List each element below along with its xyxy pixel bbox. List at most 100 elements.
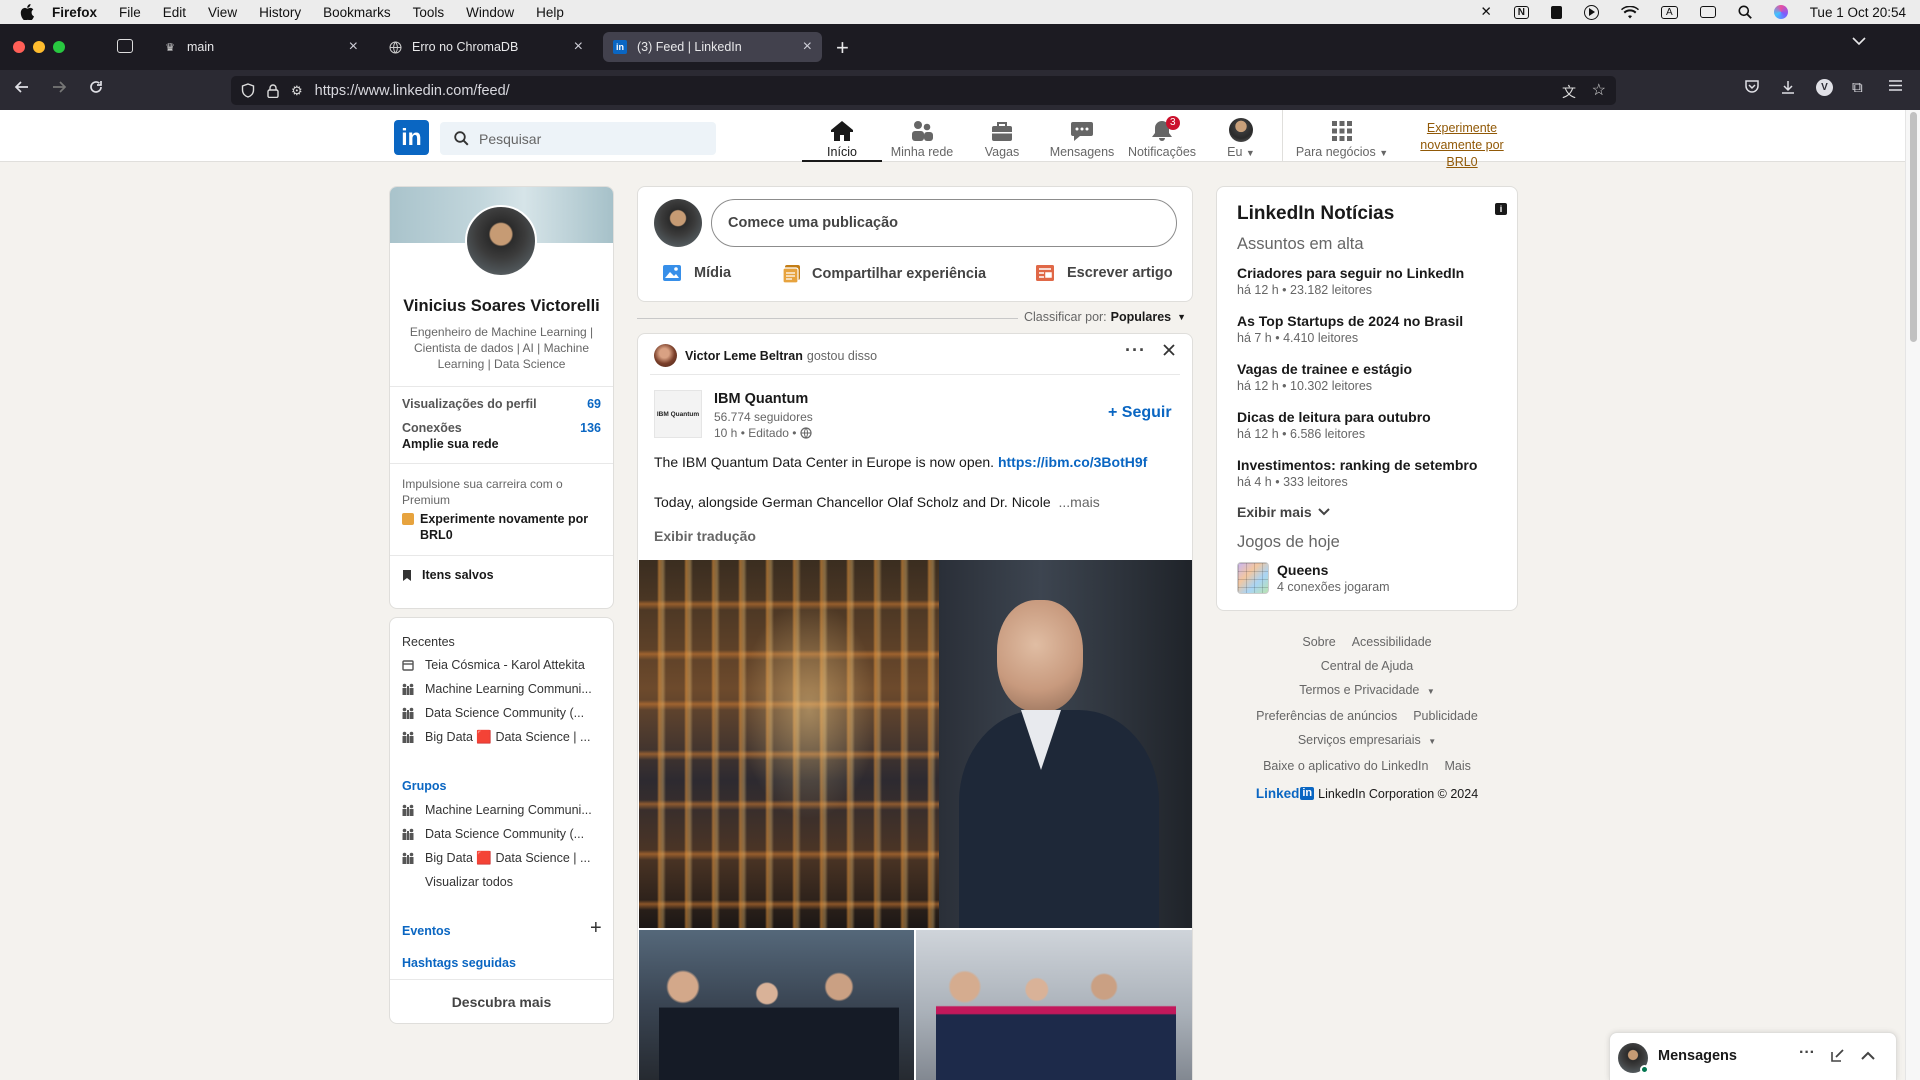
- start-post-input[interactable]: Comece uma publicação: [711, 199, 1177, 247]
- control-center-icon[interactable]: [1699, 6, 1716, 18]
- premium-trial-link[interactable]: Experimente novamente por BRL0: [1403, 120, 1521, 171]
- post-image-left[interactable]: [639, 930, 914, 1080]
- play-icon[interactable]: [1584, 4, 1600, 20]
- footer-more[interactable]: Mais: [1444, 759, 1470, 773]
- extensions-icon[interactable]: ⧉: [1852, 79, 1863, 96]
- apple-icon[interactable]: [20, 4, 34, 20]
- menu-bookmarks[interactable]: Bookmarks: [323, 5, 391, 20]
- footer-help[interactable]: Central de Ajuda: [1216, 654, 1518, 678]
- news-item[interactable]: Vagas de trainee e estágio há 12 h • 10.…: [1237, 361, 1507, 409]
- url-text[interactable]: https://www.linkedin.com/feed/: [315, 83, 510, 99]
- footer-terms[interactable]: Termos e Privacidade: [1299, 683, 1419, 697]
- events-link[interactable]: Eventos: [402, 924, 451, 938]
- page-scrollbar[interactable]: [1905, 110, 1920, 1080]
- downloads-icon[interactable]: [1780, 79, 1796, 95]
- nav-network[interactable]: Minha rede: [882, 116, 962, 159]
- stat-connections[interactable]: Conexões 136: [390, 421, 613, 435]
- game-item[interactable]: Queens 4 conexões jogaram: [1237, 562, 1390, 594]
- footer-ad-preferences[interactable]: Preferências de anúncios: [1256, 709, 1397, 723]
- menu-tools[interactable]: Tools: [413, 5, 445, 20]
- show-more-news[interactable]: Exibir mais: [1237, 504, 1330, 520]
- info-icon[interactable]: i: [1495, 203, 1507, 215]
- menu-app[interactable]: Firefox: [52, 5, 97, 20]
- post-image-main[interactable]: [639, 560, 1192, 928]
- group-item[interactable]: Machine Learning Communi...: [402, 798, 607, 822]
- group-item[interactable]: Data Science Community (...: [402, 822, 607, 846]
- reload-icon[interactable]: [88, 79, 104, 95]
- news-item[interactable]: Investimentos: ranking de setembro há 4 …: [1237, 457, 1507, 505]
- menu-file[interactable]: File: [119, 5, 141, 20]
- sort-dropdown[interactable]: Classificar por: Populares ▼: [1024, 310, 1186, 324]
- post-link[interactable]: https://ibm.co/3BotH9f: [998, 454, 1147, 470]
- messaging-dock[interactable]: Mensagens ···: [1609, 1032, 1897, 1080]
- share-experience-button[interactable]: Compartilhar experiência: [782, 264, 986, 284]
- translate-link[interactable]: Exibir tradução: [654, 528, 756, 544]
- tab-close-icon[interactable]: ×: [574, 38, 583, 56]
- tab-close-icon[interactable]: ×: [349, 38, 358, 56]
- window-minimize-button[interactable]: [33, 41, 45, 53]
- profile-photo[interactable]: [465, 205, 537, 277]
- tab-overview-icon[interactable]: [117, 39, 133, 53]
- discover-more-button[interactable]: Descubra mais: [390, 994, 613, 1010]
- menu-history[interactable]: History: [259, 5, 301, 20]
- clock-datetime[interactable]: Tue 1 Oct 20:54: [1810, 5, 1906, 20]
- nav-me[interactable]: Eu ▼: [1201, 116, 1281, 159]
- nav-home[interactable]: Início: [802, 116, 882, 162]
- permissions-icon[interactable]: ⚙: [291, 83, 303, 99]
- liker-avatar[interactable]: [654, 344, 677, 367]
- menu-edit[interactable]: Edit: [163, 5, 186, 20]
- translate-icon[interactable]: 文: [1562, 82, 1576, 102]
- news-item[interactable]: Dicas de leitura para outubro há 12 h • …: [1237, 409, 1507, 457]
- nav-jobs[interactable]: Vagas: [962, 116, 1042, 159]
- back-icon[interactable]: [14, 79, 30, 95]
- menu-view[interactable]: View: [208, 5, 237, 20]
- tab-linkedin[interactable]: in (3) Feed | LinkedIn ×: [603, 32, 822, 62]
- wifi-icon[interactable]: [1621, 5, 1640, 19]
- nav-notifications[interactable]: 3 Notificações: [1122, 116, 1202, 159]
- footer-accessibility[interactable]: Acessibilidade: [1352, 635, 1432, 649]
- news-item[interactable]: Criadores para seguir no LinkedIn há 12 …: [1237, 265, 1507, 313]
- chevron-up-icon[interactable]: [1861, 1051, 1875, 1060]
- more-options-icon[interactable]: ···: [1799, 1044, 1815, 1062]
- write-article-button[interactable]: Escrever artigo: [1035, 264, 1173, 282]
- groups-title[interactable]: Grupos: [402, 779, 446, 793]
- siri-icon[interactable]: [1773, 5, 1788, 19]
- grow-network[interactable]: Amplie sua rede: [390, 437, 613, 451]
- window-zoom-button[interactable]: [53, 41, 65, 53]
- bookmark-star-icon[interactable]: ☆: [1592, 80, 1606, 100]
- recent-item[interactable]: Data Science Community (...: [402, 701, 607, 725]
- hamburger-menu-icon[interactable]: [1888, 79, 1903, 92]
- premium-cta[interactable]: Experimente novamente por BRL0: [390, 511, 613, 543]
- hashtags-link[interactable]: Hashtags seguidas: [402, 956, 516, 970]
- saved-items[interactable]: Itens salvos: [390, 568, 613, 582]
- extension-v-icon[interactable]: V: [1816, 79, 1833, 96]
- profile-name[interactable]: Vinicius Soares Victorelli: [390, 297, 613, 316]
- recent-item[interactable]: Teia Cósmica - Karol Attekita: [402, 653, 607, 677]
- follow-button[interactable]: + Seguir: [1108, 404, 1172, 422]
- close-x-icon[interactable]: ✕: [1480, 4, 1491, 20]
- footer-business-services[interactable]: Serviços empresariais: [1298, 733, 1421, 747]
- news-item[interactable]: As Top Startups de 2024 no Brasil há 7 h…: [1237, 313, 1507, 361]
- keyboard-input-icon[interactable]: A: [1661, 5, 1678, 19]
- see-more-link[interactable]: ...mais: [1059, 494, 1100, 510]
- liker-name[interactable]: Victor Leme Beltran: [685, 349, 803, 363]
- close-icon[interactable]: [1161, 342, 1177, 358]
- menu-window[interactable]: Window: [466, 5, 514, 20]
- new-tab-button[interactable]: +: [836, 35, 849, 61]
- tab-main[interactable]: ♛ main ×: [153, 32, 368, 62]
- company-logo[interactable]: IBM Quantum: [654, 390, 702, 438]
- footer-about[interactable]: Sobre: [1302, 635, 1335, 649]
- more-options-icon[interactable]: ···: [1125, 340, 1146, 361]
- lock-icon[interactable]: [267, 83, 279, 98]
- recent-item[interactable]: Machine Learning Communi...: [402, 677, 607, 701]
- nav-business[interactable]: Para negócios ▼: [1292, 116, 1392, 159]
- clipboard-icon[interactable]: [1551, 5, 1563, 19]
- recent-item[interactable]: Big Data 🟥 Data Science | ...: [402, 725, 607, 749]
- tab-close-icon[interactable]: ×: [803, 38, 812, 56]
- pocket-icon[interactable]: [1744, 79, 1760, 94]
- stat-profile-views[interactable]: Visualizações do perfil 69: [390, 397, 613, 411]
- post-image-right[interactable]: [916, 930, 1192, 1080]
- search-box[interactable]: Pesquisar: [440, 122, 716, 155]
- footer-advertising[interactable]: Publicidade: [1413, 709, 1478, 723]
- url-bar[interactable]: ⚙ https://www.linkedin.com/feed/ 文 ☆: [231, 76, 1616, 105]
